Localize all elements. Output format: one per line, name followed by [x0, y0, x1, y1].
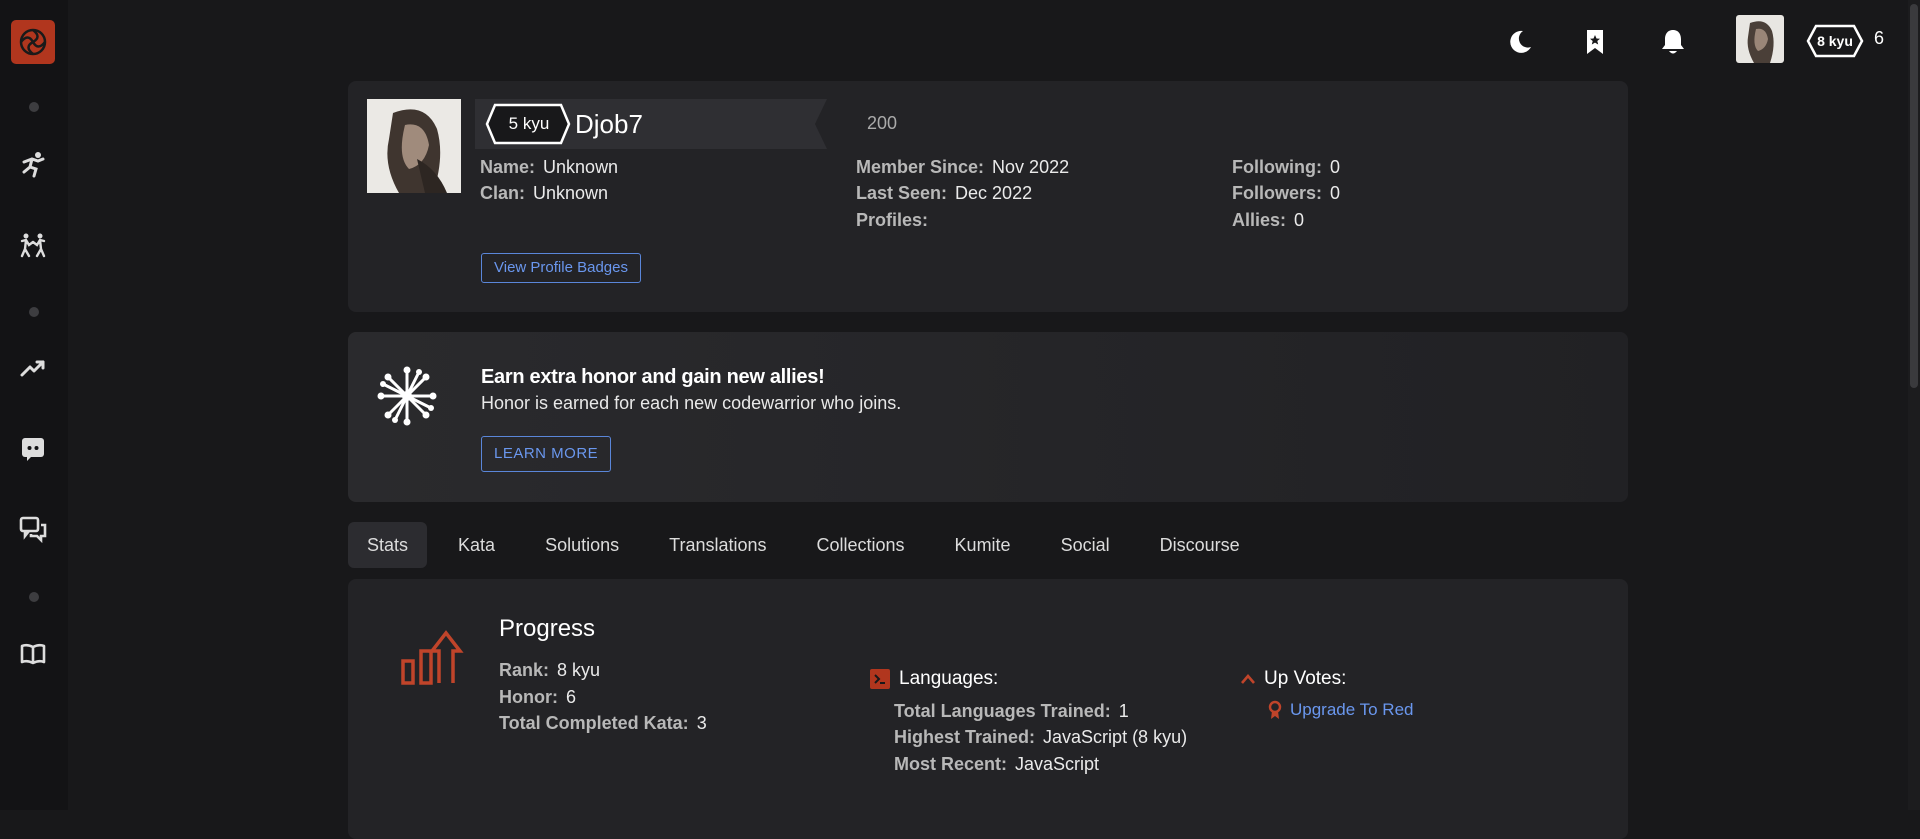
- award-ribbon-icon: [1268, 700, 1282, 719]
- tab-social[interactable]: Social: [1042, 522, 1129, 568]
- profile-avatar: [367, 99, 461, 193]
- stat-last-seen: Last Seen: Dec 2022: [856, 183, 1033, 203]
- sidebar-divider-dot: [29, 307, 39, 317]
- tab-translations[interactable]: Translations: [650, 522, 785, 568]
- languages-highest-trained: Highest Trained: JavaScript (8 kyu): [894, 727, 1188, 747]
- username-banner: 5 kyu Djob7: [475, 99, 845, 149]
- chevron-up-icon: [1241, 674, 1255, 684]
- view-profile-badges-button[interactable]: View Profile Badges: [481, 253, 641, 283]
- languages-total-trained: Total Languages Trained: 1: [894, 701, 1129, 721]
- discussions-icon[interactable]: [16, 512, 50, 546]
- stat-clan: Clan: Unknown: [480, 183, 609, 203]
- stat-name: Name: Unknown: [480, 157, 619, 177]
- profile-card: 5 kyu Djob7 200 Name: Unknown Clan: Unknow…: [348, 81, 1628, 312]
- languages-most-recent: Most Recent: JavaScript: [894, 754, 1100, 774]
- profile-tabs: Stats Kata Solutions Translations Collec…: [348, 522, 1271, 568]
- stat-member-since: Member Since: Nov 2022: [856, 157, 1070, 177]
- discord-icon[interactable]: [16, 432, 50, 466]
- dark-mode-icon[interactable]: [1500, 22, 1540, 62]
- user-avatar[interactable]: [1736, 15, 1784, 63]
- stat-followers[interactable]: Followers: 0: [1232, 183, 1340, 204]
- practice-icon[interactable]: [16, 228, 50, 262]
- sidebar-divider-dot: [29, 592, 39, 602]
- tab-collections[interactable]: Collections: [798, 522, 924, 568]
- training-icon[interactable]: [16, 147, 50, 181]
- user-rank-badge[interactable]: 8 kyu: [1806, 24, 1864, 58]
- progress-chart-icon: [400, 627, 464, 691]
- terminal-icon: [870, 669, 890, 689]
- tab-stats[interactable]: Stats: [348, 522, 428, 568]
- sidebar-divider-dot: [29, 102, 39, 112]
- profile-username: Djob7: [575, 109, 643, 139]
- upvotes-heading: Up Votes:: [1240, 668, 1346, 690]
- learn-more-button[interactable]: LEARN MORE: [481, 436, 612, 472]
- progress-rank: Rank: 8 kyu: [499, 660, 601, 680]
- bookmark-icon[interactable]: [1575, 22, 1615, 62]
- tab-kumite[interactable]: Kumite: [936, 522, 1030, 568]
- codewars-logo-icon[interactable]: [11, 20, 55, 64]
- tab-discourse[interactable]: Discourse: [1141, 522, 1259, 568]
- scrollbar-thumb[interactable]: [1910, 4, 1918, 388]
- docs-icon[interactable]: [16, 637, 50, 671]
- profile-honor: 200: [867, 113, 898, 133]
- user-honor: 6: [1874, 28, 1885, 48]
- progress-card: Progress Rank: 8 kyu Honor: 6 Total Comple…: [348, 579, 1628, 839]
- referral-title: Earn extra honor and gain new allies!: [481, 366, 825, 388]
- progress-honor: Honor: 6: [499, 687, 576, 707]
- user-rank-text: 8 kyu: [1817, 33, 1853, 49]
- upvotes-title: Up Votes:: [1264, 668, 1347, 689]
- upgrade-to-red-link[interactable]: Upgrade To Red: [1268, 700, 1414, 720]
- upgrade-to-red-text: Upgrade To Red: [1290, 700, 1414, 719]
- sidebar: [0, 0, 68, 810]
- notifications-bell-icon[interactable]: [1653, 22, 1693, 62]
- referral-card: Earn extra honor and gain new allies! Ho…: [348, 332, 1628, 502]
- stat-allies[interactable]: Allies: 0: [1232, 210, 1304, 231]
- languages-heading: Languages:: [870, 668, 998, 690]
- stat-following[interactable]: Following: 0: [1232, 157, 1340, 178]
- progress-completed-kata: Total Completed Kata: 3: [499, 713, 707, 733]
- languages-title: Languages:: [899, 668, 999, 689]
- tab-solutions[interactable]: Solutions: [526, 522, 638, 568]
- network-icon: [375, 364, 439, 428]
- progress-title: Progress: [499, 615, 596, 642]
- profile-rank-badge: 5 kyu: [508, 114, 550, 133]
- tab-kata[interactable]: Kata: [439, 522, 514, 568]
- leaderboards-icon[interactable]: [16, 352, 50, 386]
- stat-profiles: Profiles:: [856, 210, 929, 230]
- referral-text: Honor is earned for each new codewarrior…: [481, 393, 902, 413]
- page-scrollbar[interactable]: [1908, 0, 1920, 810]
